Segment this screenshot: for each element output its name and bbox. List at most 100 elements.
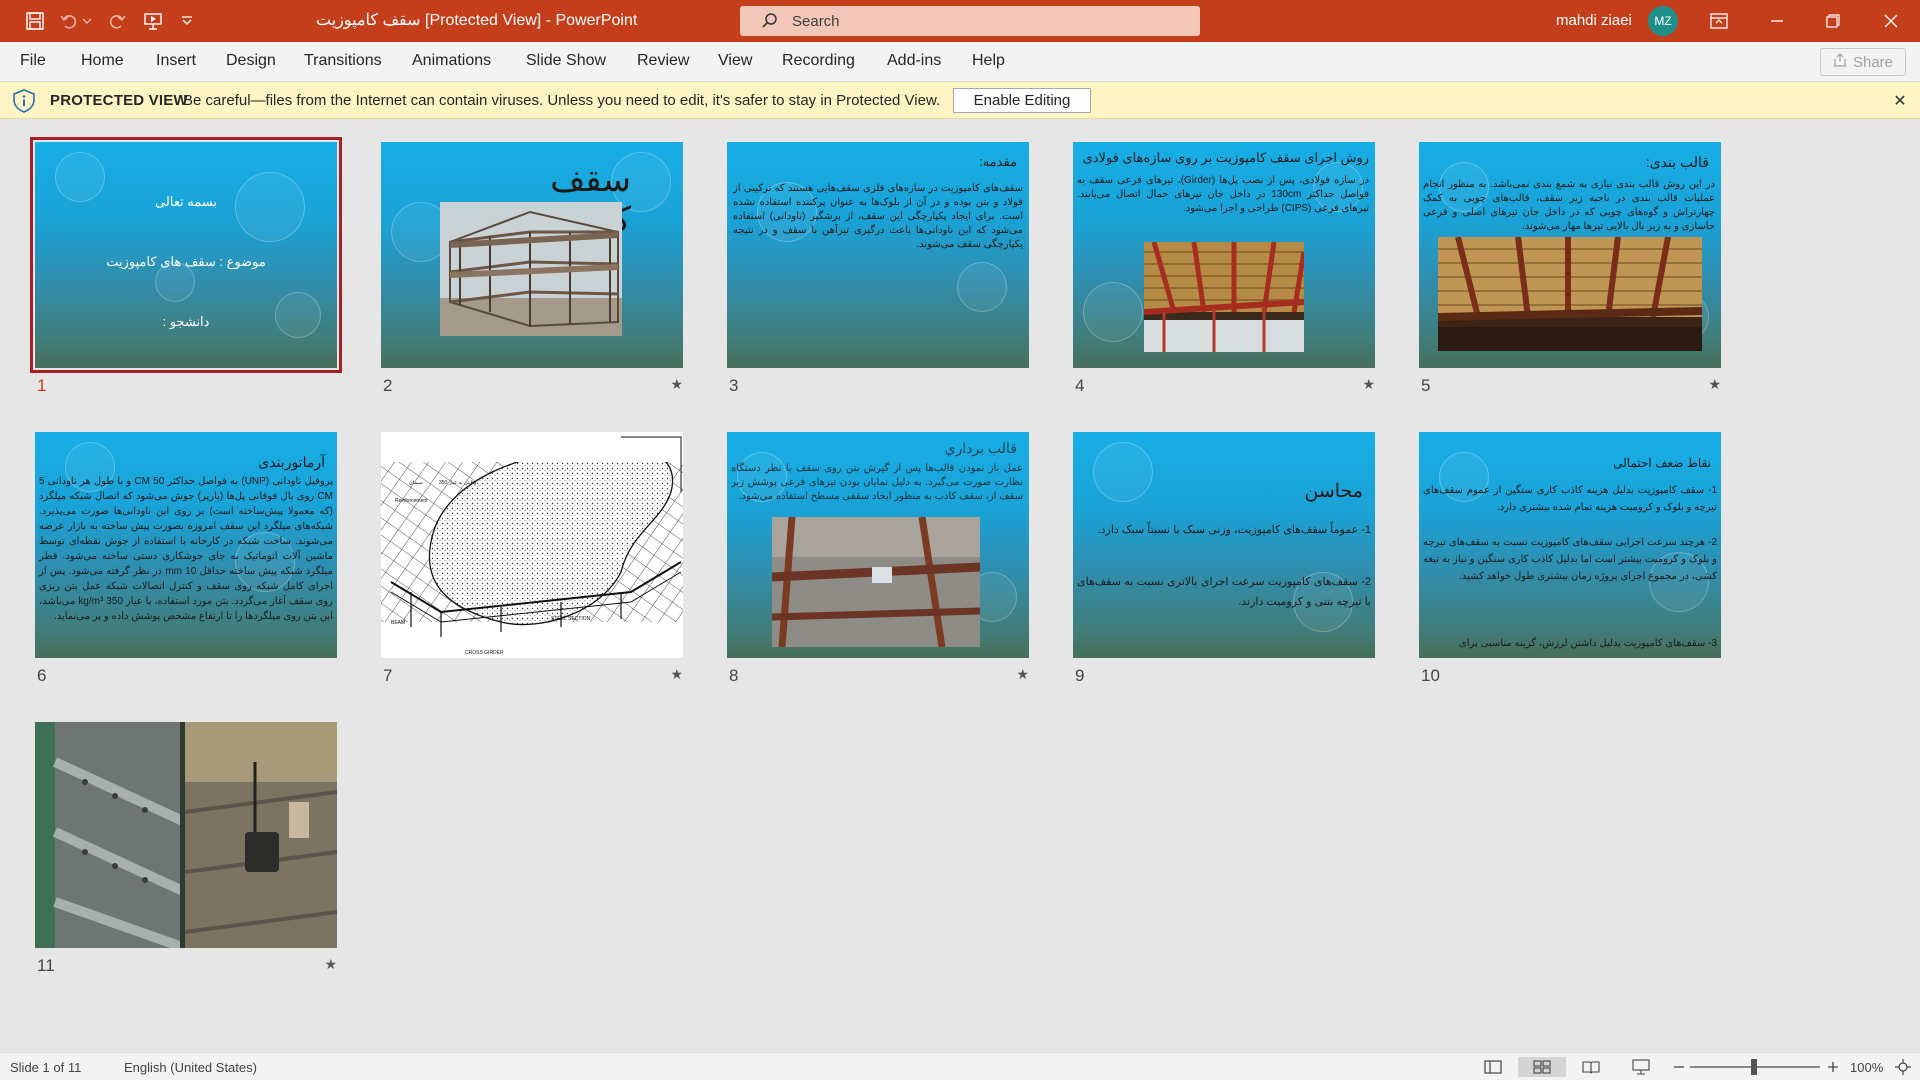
- tab-review[interactable]: Review: [637, 52, 689, 70]
- drawing-label: BEAM: [391, 620, 405, 626]
- save-icon[interactable]: [22, 8, 48, 34]
- search-icon: [760, 11, 780, 31]
- drawing-label: سیمان: [409, 480, 423, 486]
- slide-8[interactable]: قالب برداري عمل باز نمودن قالب‌ها پس از …: [727, 432, 1029, 658]
- undo-dropdown-icon[interactable]: [80, 8, 94, 34]
- slide-title: قالب برداري: [944, 440, 1017, 456]
- minimize-icon[interactable]: [1762, 8, 1792, 34]
- slide-thumbnail-11[interactable]: 11 ★: [35, 722, 337, 975]
- slide-9[interactable]: محاسن 1- عموماً سقف‌های کامپوزیت، وزنی س…: [1073, 432, 1375, 658]
- slide-number: 7: [383, 666, 393, 685]
- transition-star-icon[interactable]: ★: [324, 956, 337, 973]
- roof-beams-photo: [1144, 242, 1304, 352]
- slide-number: 1: [37, 376, 47, 395]
- ribbon-display-options-icon[interactable]: [1704, 8, 1734, 34]
- slide-text: دانشجو :: [162, 314, 210, 329]
- start-from-beginning-icon[interactable]: [140, 8, 166, 34]
- slide-title: نقاط ضعف احتمالی: [1613, 456, 1711, 470]
- slide-sorter: بسمه تعالی موضوع : سقف های کامپوزیت دانش…: [0, 120, 1920, 1050]
- transition-star-icon[interactable]: ★: [670, 376, 683, 393]
- slide-title: مقدمه:: [979, 154, 1017, 169]
- close-icon[interactable]: [1876, 8, 1906, 34]
- slide-thumbnail-9[interactable]: محاسن 1- عموماً سقف‌های کامپوزیت، وزنی س…: [1073, 432, 1375, 685]
- transition-star-icon[interactable]: ★: [1708, 376, 1721, 393]
- protected-view-message: Be careful—files from the Internet can c…: [183, 92, 941, 109]
- tab-home[interactable]: Home: [81, 52, 124, 70]
- slide-thumbnail-8[interactable]: قالب برداري عمل باز نمودن قالب‌ها پس از …: [727, 432, 1029, 685]
- normal-view-icon[interactable]: [1482, 1057, 1504, 1077]
- slide-2[interactable]: سقف کامپوزیت: [381, 142, 683, 368]
- drawing-label: Reinforcement: [395, 498, 428, 504]
- undo-icon[interactable]: [56, 8, 82, 34]
- tab-design[interactable]: Design: [226, 52, 276, 70]
- slide-thumbnail-2[interactable]: سقف کامپوزیت 2 ★: [381, 142, 683, 395]
- slide-thumbnail-7[interactable]: بتن به عیار 350kg سیمان Reinforcement BE…: [381, 432, 683, 685]
- slide-body-line: 2- سقف‌های کامپوزیت سرعت اجرای بالاتری ن…: [1077, 576, 1371, 608]
- fit-to-window-icon[interactable]: [1892, 1057, 1914, 1077]
- avatar[interactable]: MZ: [1648, 6, 1678, 36]
- share-button[interactable]: Share: [1820, 48, 1906, 76]
- zoom-out-icon[interactable]: [1668, 1057, 1690, 1077]
- shear-connectors-photo: [35, 722, 185, 948]
- zoom-slider-thumb[interactable]: [1751, 1059, 1757, 1075]
- zoom-level[interactable]: 100%: [1850, 1060, 1883, 1075]
- redo-icon[interactable]: [104, 8, 130, 34]
- ribbon-tabs: File Home Insert Design Transitions Anim…: [0, 42, 1920, 82]
- tab-add-ins[interactable]: Add-ins: [887, 52, 941, 70]
- slide-thumbnail-3[interactable]: مقدمه: سقف‌های کامپوزیت در سازه‌های فلزی…: [727, 142, 1029, 395]
- slide-thumbnail-4[interactable]: روش اجرای سقف کامپوزیت بر روی سازه‌های ف…: [1073, 142, 1375, 395]
- slide-text: موضوع : سقف های کامپوزیت: [106, 254, 266, 269]
- window-title: سقف کامپوزیت [Protected View] - PowerPoi…: [316, 12, 638, 29]
- tab-view[interactable]: View: [718, 52, 752, 70]
- transition-star-icon[interactable]: ★: [670, 666, 683, 683]
- slide-body: عمل باز نمودن قالب‌ها پس از گیرش بتن روی…: [731, 463, 1023, 502]
- tab-insert[interactable]: Insert: [156, 52, 196, 70]
- slide-title: محاسن: [1304, 481, 1363, 502]
- slide-body: سقف‌های کامپوزیت در سازه‌های فلزی سقف‌ها…: [733, 183, 1023, 250]
- slide-5[interactable]: قالب بندی: در این روش قالب بندی نیازی به…: [1419, 142, 1721, 368]
- removed-formwork-photo: [772, 517, 980, 647]
- slide-number: 9: [1075, 666, 1085, 685]
- tab-slide-show[interactable]: Slide Show: [526, 52, 606, 70]
- slide-thumbnail-10[interactable]: نقاط ضعف احتمالی 1- سقف کامپوزیت بدلیل ه…: [1419, 432, 1721, 685]
- reading-view-icon[interactable]: [1580, 1057, 1602, 1077]
- slide-thumbnail-5[interactable]: قالب بندی: در این روش قالب بندی نیازی به…: [1419, 142, 1721, 395]
- slide-11[interactable]: [35, 722, 337, 948]
- slide-7[interactable]: بتن به عیار 350kg سیمان Reinforcement BE…: [381, 432, 683, 658]
- language-indicator[interactable]: English (United States): [124, 1060, 257, 1075]
- slide-thumbnail-6[interactable]: آرماتوربندی پروفیل ناودانی (UNP) به فواص…: [35, 432, 337, 685]
- restore-icon[interactable]: [1818, 8, 1848, 34]
- tab-help[interactable]: Help: [972, 52, 1005, 70]
- share-label: Share: [1852, 53, 1894, 71]
- tab-animations[interactable]: Animations: [412, 52, 491, 70]
- slide-10[interactable]: نقاط ضعف احتمالی 1- سقف کامپوزیت بدلیل ه…: [1419, 432, 1721, 658]
- enable-editing-button[interactable]: Enable Editing: [953, 88, 1091, 113]
- slide-thumbnail-1[interactable]: بسمه تعالی موضوع : سقف های کامپوزیت دانش…: [30, 137, 342, 395]
- transition-star-icon[interactable]: ★: [1362, 376, 1375, 393]
- tab-transitions[interactable]: Transitions: [304, 52, 382, 70]
- slide-6[interactable]: آرماتوربندی پروفیل ناودانی (UNP) به فواص…: [35, 432, 337, 658]
- slide-1[interactable]: بسمه تعالی موضوع : سقف های کامپوزیت دانش…: [30, 137, 342, 373]
- slide-sorter-view-icon[interactable]: [1518, 1057, 1566, 1077]
- tab-file[interactable]: File: [20, 52, 46, 70]
- slide-title: روش اجرای سقف کامپوزیت بر روی سازه‌های ف…: [1082, 150, 1369, 165]
- slideshow-view-icon[interactable]: [1630, 1057, 1652, 1077]
- drawing-label: بتن به عیار 350kg: [439, 480, 476, 486]
- search-box[interactable]: Search: [740, 6, 1200, 36]
- slide-3[interactable]: مقدمه: سقف‌های کامپوزیت در سازه‌های فلزی…: [727, 142, 1029, 368]
- slide-body-line: 3- سقف‌های کامپوزیت بدلیل داشتن لرزش، گز…: [1458, 638, 1717, 649]
- zoom-in-icon[interactable]: [1822, 1057, 1844, 1077]
- slide-number: 8: [729, 666, 739, 685]
- close-icon[interactable]: ✕: [1890, 91, 1910, 111]
- slide-4[interactable]: روش اجرای سقف کامپوزیت بر روی سازه‌های ف…: [1073, 142, 1375, 368]
- user-name[interactable]: mahdi ziaei: [1556, 12, 1632, 29]
- slide-number: 4: [1075, 376, 1085, 395]
- slide-count[interactable]: Slide 1 of 11: [10, 1060, 81, 1075]
- slide-title: قالب بندی:: [1645, 154, 1709, 170]
- welding-photo: [185, 722, 337, 948]
- transition-star-icon[interactable]: ★: [1016, 666, 1029, 683]
- slide-number: 6: [37, 666, 47, 685]
- tab-recording[interactable]: Recording: [782, 52, 855, 70]
- customize-toolbar-icon[interactable]: [174, 8, 200, 34]
- slide-body: پروفیل ناودانی (UNP) به فواصل حداکثر 50 …: [39, 476, 334, 622]
